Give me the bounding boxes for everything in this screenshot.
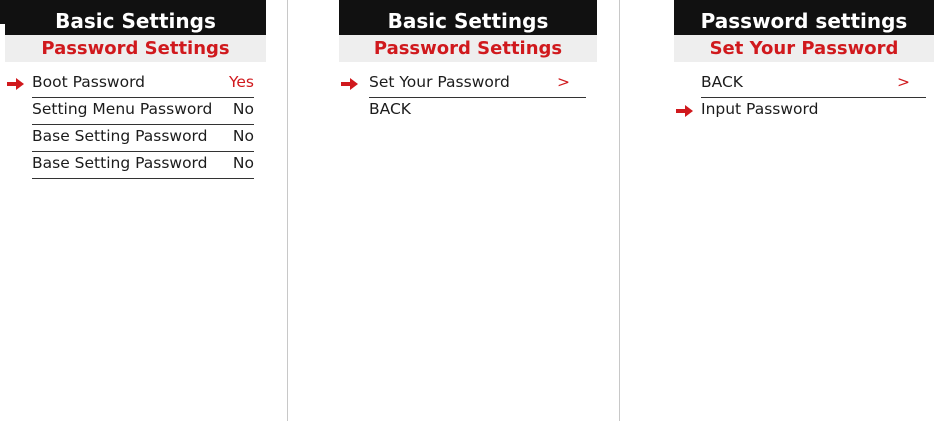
menu-item-row: Setting Menu Password No: [32, 100, 254, 125]
chevron-right-icon: >: [897, 73, 910, 91]
screen-title: Basic Settings: [5, 0, 266, 35]
menu-item-row: Set Your Password >: [369, 73, 586, 98]
divider-line: [287, 0, 288, 421]
menu-item-value: No: [232, 100, 254, 118]
menu-item-row: Input Password: [701, 100, 926, 124]
menu-item-label: Base Setting Password: [32, 127, 208, 145]
screen-title: Basic Settings: [339, 0, 597, 35]
menu-item-back[interactable]: BACK >: [674, 73, 934, 98]
menu-item-label: Setting Menu Password: [32, 100, 213, 118]
screen-subtitle: Set Your Password: [674, 35, 934, 62]
menu-item-base-setting-password[interactable]: Base Setting Password No: [5, 154, 266, 179]
menu-item-input-password[interactable]: Input Password: [674, 100, 934, 125]
screen-password-settings: Basic Settings Password Settings Boot Pa…: [5, 0, 266, 421]
menu-item-row: Boot Password Yes: [32, 73, 254, 98]
menu-item-label: Input Password: [701, 100, 819, 118]
menu-item-value: No: [232, 127, 254, 145]
screen-set-password-menu: Basic Settings Password Settings Set You…: [339, 0, 597, 421]
menu-item-base-setting-password[interactable]: Base Setting Password No: [5, 127, 266, 152]
menu-item-value: No: [232, 154, 254, 172]
menu-item-set-your-password[interactable]: Set Your Password >: [339, 73, 597, 98]
menu-item-row: Base Setting Password No: [32, 154, 254, 179]
menu-item-label: Base Setting Password: [32, 154, 208, 172]
menu-item-boot-password[interactable]: Boot Password Yes: [5, 73, 266, 98]
screen-title: Password settings: [674, 0, 934, 35]
menu-item-back[interactable]: BACK: [339, 100, 597, 125]
menu-list: Set Your Password > BACK: [339, 73, 597, 125]
screen-subtitle: Password Settings: [339, 35, 597, 62]
selection-arrow-icon: [676, 105, 693, 117]
screen-password-input-menu: Password settings Set Your Password BACK…: [674, 0, 934, 421]
menu-item-setting-menu-password[interactable]: Setting Menu Password No: [5, 100, 266, 125]
menu-item-label: Boot Password: [32, 73, 146, 91]
menu-list: BACK > Input Password: [674, 73, 934, 125]
menu-list: Boot Password Yes Setting Menu Password …: [5, 73, 266, 179]
menu-item-label: BACK: [369, 100, 411, 118]
selection-arrow-icon: [341, 78, 358, 90]
menu-item-value: Yes: [228, 73, 254, 91]
divider-line: [619, 0, 620, 421]
menu-item-row: Base Setting Password No: [32, 127, 254, 152]
menu-item-label: BACK: [701, 73, 743, 91]
chevron-right-icon: >: [557, 73, 570, 91]
screen-subtitle: Password Settings: [5, 35, 266, 62]
menu-item-row: BACK: [369, 100, 586, 124]
menu-item-row: BACK >: [701, 73, 926, 98]
menu-item-label: Set Your Password: [369, 73, 510, 91]
selection-arrow-icon: [7, 78, 24, 90]
